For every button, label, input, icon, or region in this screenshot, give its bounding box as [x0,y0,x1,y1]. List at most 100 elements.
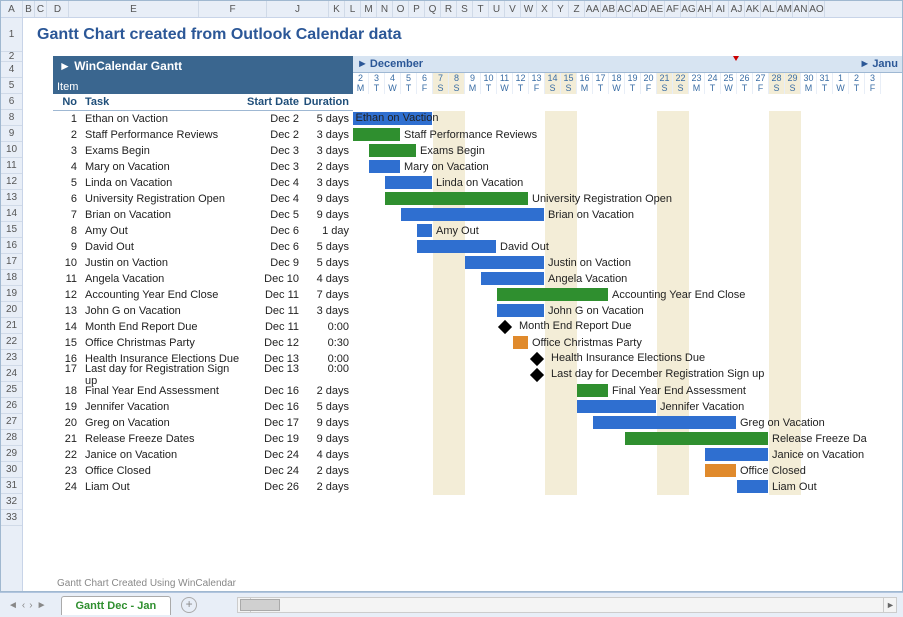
task-row[interactable]: 9David OutDec 65 daysDavid Out [53,239,902,255]
task-row[interactable]: 2Staff Performance ReviewsDec 23 daysSta… [53,127,902,143]
col-header-cell[interactable]: D [47,1,69,17]
col-header-cell[interactable]: N [377,1,393,17]
row-header-cell[interactable]: 29 [1,446,22,462]
task-row[interactable]: 4Mary on VacationDec 32 daysMary on Vaca… [53,159,902,175]
row-header-cell[interactable]: 22 [1,334,22,350]
task-row[interactable]: 6University Registration OpenDec 49 days… [53,191,902,207]
col-header-cell[interactable]: V [505,1,521,17]
col-header-cell[interactable]: X [537,1,553,17]
row-header-cell[interactable]: 30 [1,462,22,478]
task-row[interactable]: 3Exams BeginDec 33 daysExams Begin [53,143,902,159]
gantt-bar[interactable]: Liam Out [737,480,768,493]
col-header-cell[interactable]: AC [617,1,633,17]
col-header-cell[interactable]: M [361,1,377,17]
col-header-cell[interactable]: L [345,1,361,17]
col-header-cell[interactable]: AI [713,1,729,17]
tab-prev-icon[interactable]: ‹ [22,600,25,611]
row-header-cell[interactable]: 16 [1,238,22,254]
row-header-cell[interactable]: 5 [1,78,22,94]
task-row[interactable]: 24Liam OutDec 262 daysLiam Out [53,479,902,495]
row-header-cell[interactable]: 10 [1,142,22,158]
gantt-bar[interactable]: David Out [417,240,496,253]
gantt-bar[interactable]: Office Closed [705,464,736,477]
col-header-cell[interactable]: W [521,1,537,17]
row-header-cell[interactable]: 25 [1,382,22,398]
col-header-cell[interactable]: AG [681,1,697,17]
col-header-cell[interactable]: F [199,1,267,17]
col-header-cell[interactable]: C [35,1,47,17]
task-row[interactable]: 12Accounting Year End CloseDec 117 daysA… [53,287,902,303]
col-header-cell[interactable]: AO [809,1,825,17]
tab-first-icon[interactable]: ◄ [8,600,18,611]
sheet-tab[interactable]: Gantt Dec - Jan [61,596,172,615]
row-header-cell[interactable]: 24 [1,366,22,382]
row-header-cell[interactable]: 31 [1,478,22,494]
task-row[interactable]: 10Justin on VactionDec 95 daysJustin on … [53,255,902,271]
col-header-cell[interactable]: U [489,1,505,17]
row-header-cell[interactable]: 17 [1,254,22,270]
gantt-bar[interactable]: Greg on Vacation [593,416,736,429]
task-row[interactable]: 8Amy OutDec 61 dayAmy Out [53,223,902,239]
gantt-bar[interactable]: Accounting Year End Close [497,288,608,301]
row-header-cell[interactable]: 21 [1,318,22,334]
task-row[interactable]: 23Office ClosedDec 242 daysOffice Closed [53,463,902,479]
row-header-cell[interactable]: 4 [1,62,22,78]
col-header-cell[interactable]: E [69,1,199,17]
gantt-bar[interactable]: Mary on Vacation [369,160,400,173]
gantt-bar[interactable]: Release Freeze Da [625,432,768,445]
task-row[interactable]: 21Release Freeze DatesDec 199 daysReleas… [53,431,902,447]
gantt-bar[interactable]: John G on Vacation [497,304,544,317]
row-header-cell[interactable]: 26 [1,398,22,414]
gantt-bar[interactable]: Staff Performance Reviews [353,128,400,141]
row-header-cell[interactable]: 2 [1,52,22,62]
task-row[interactable]: 17Last day for Registration Sign upDec 1… [53,367,902,383]
row-header-cell[interactable]: 9 [1,126,22,142]
gantt-bar[interactable]: Justin on Vaction [465,256,544,269]
gantt-bar[interactable]: Office Christmas Party [513,336,528,349]
gantt-bar[interactable]: Amy Out [417,224,432,237]
gantt-bar[interactable]: University Registration Open [385,192,528,205]
task-row[interactable]: 22Janice on VacationDec 244 daysJanice o… [53,447,902,463]
col-header-cell[interactable]: AB [601,1,617,17]
col-header-cell[interactable]: T [473,1,489,17]
row-header-cell[interactable]: 23 [1,350,22,366]
tab-last-icon[interactable]: ► [37,600,47,611]
col-header-cell[interactable]: AL [761,1,777,17]
row-header-cell[interactable]: 11 [1,158,22,174]
row-header-cell[interactable]: 12 [1,174,22,190]
horizontal-scrollbar[interactable]: ◄ ► [237,597,897,613]
col-header-cell[interactable]: AH [697,1,713,17]
gantt-bar[interactable]: Jennifer Vacation [577,400,656,413]
col-header-cell[interactable]: Q [425,1,441,17]
task-row[interactable]: 5Linda on VacationDec 43 daysLinda on Va… [53,175,902,191]
task-row[interactable]: 20Greg on VacationDec 179 daysGreg on Va… [53,415,902,431]
task-row[interactable]: 7Brian on VacationDec 59 daysBrian on Va… [53,207,902,223]
gantt-bar[interactable]: Linda on Vacation [385,176,432,189]
col-header-cell[interactable]: Z [569,1,585,17]
row-header-cell[interactable]: 14 [1,206,22,222]
task-row[interactable]: 1Ethan on VactionDec 25 daysEthan on Vac… [53,111,902,127]
col-header-cell[interactable]: AJ [729,1,745,17]
col-header-cell[interactable]: P [409,1,425,17]
col-header-cell[interactable]: AK [745,1,761,17]
row-header-cell[interactable]: 19 [1,286,22,302]
row-header-cell[interactable]: 18 [1,270,22,286]
tab-next-icon[interactable]: › [29,600,32,611]
col-header-cell[interactable]: AN [793,1,809,17]
task-row[interactable]: 11Angela VacationDec 104 daysAngela Vaca… [53,271,902,287]
scroll-thumb[interactable] [240,599,280,611]
col-header-cell[interactable]: AA [585,1,601,17]
task-row[interactable]: 19Jennifer VacationDec 165 daysJennifer … [53,399,902,415]
row-header-cell[interactable]: 6 [1,94,22,110]
row-header-cell[interactable]: 15 [1,222,22,238]
gantt-bar[interactable]: Angela Vacation [481,272,544,285]
col-header-cell[interactable]: S [457,1,473,17]
row-header-cell[interactable]: 28 [1,430,22,446]
col-header-cell[interactable]: AE [649,1,665,17]
col-header-cell[interactable]: J [267,1,329,17]
gantt-bar[interactable]: Exams Begin [369,144,416,157]
row-header-cell[interactable]: 27 [1,414,22,430]
gantt-bar[interactable]: Final Year End Assessment [577,384,608,397]
row-header-cell[interactable]: 20 [1,302,22,318]
add-sheet-button[interactable]: + [181,597,197,613]
